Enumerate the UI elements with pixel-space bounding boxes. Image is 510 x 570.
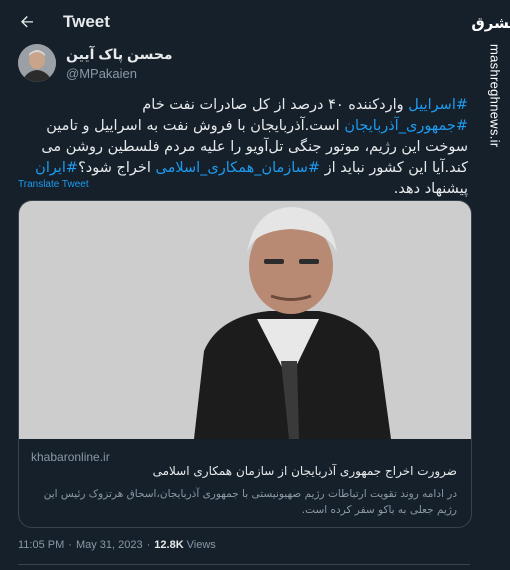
avatar-portrait bbox=[18, 44, 56, 82]
tweet-date[interactable]: May 31, 2023 bbox=[76, 539, 143, 551]
avatar[interactable] bbox=[18, 44, 56, 82]
tweet-text-segment: پیشنهاد دهد. bbox=[393, 181, 468, 197]
hashtag-link[interactable]: #اسراییل bbox=[408, 97, 468, 113]
tweet-text-segment: اخراج شود؟ bbox=[78, 160, 156, 176]
back-button[interactable] bbox=[10, 5, 44, 39]
separator-dot: · bbox=[68, 539, 72, 551]
divider bbox=[18, 564, 470, 565]
card-image bbox=[19, 201, 471, 439]
translate-tweet-link[interactable]: Translate Tweet bbox=[18, 179, 89, 190]
page-title: Tweet bbox=[63, 12, 110, 31]
arrow-left-icon bbox=[21, 16, 33, 28]
hashtag-link[interactable]: #جمهوری_آذربایجان bbox=[344, 118, 468, 134]
views-count: 12.8K bbox=[154, 539, 184, 551]
tweet-text-segment: واردکننده ۴۰ درصد از کل صادرات نفت خام bbox=[142, 97, 409, 113]
card-title: ضرورت اخراج جمهوری آذربایجان از سازمان ه… bbox=[152, 464, 457, 478]
card-domain: khabaronline.ir bbox=[31, 450, 110, 464]
card-description: در ادامه روند تقویت ارتباطات رژیم صهیونی… bbox=[43, 488, 457, 516]
author-handle[interactable]: @MPakaien bbox=[66, 66, 173, 81]
views-label: Views bbox=[186, 539, 216, 551]
mashregh-watermark: مشرق mashreghnews.ir bbox=[471, 0, 510, 570]
tweet-meta: 11:05 PM · May 31, 2023 · 12.8K Views bbox=[18, 539, 216, 551]
watermark-url: mashreghnews.ir bbox=[487, 44, 503, 148]
author-display-name[interactable]: محسن پاک آیین bbox=[66, 46, 173, 63]
hashtag-link[interactable]: #ایران bbox=[35, 160, 78, 176]
tweet-author: محسن پاک آیین @MPakaien bbox=[18, 44, 173, 82]
hashtag-link[interactable]: #سازمان_همکاری_اسلامی bbox=[155, 160, 320, 176]
tweet-header: Tweet bbox=[0, 0, 478, 44]
separator-dot: · bbox=[146, 539, 151, 551]
tweet-time[interactable]: 11:05 PM bbox=[18, 539, 64, 551]
link-preview-card[interactable]: khabaronline.ir ضرورت اخراج جمهوری آذربا… bbox=[18, 200, 472, 528]
mashregh-logo: مشرق bbox=[471, 14, 510, 32]
card-meta: khabaronline.ir ضرورت اخراج جمهوری آذربا… bbox=[19, 439, 471, 527]
